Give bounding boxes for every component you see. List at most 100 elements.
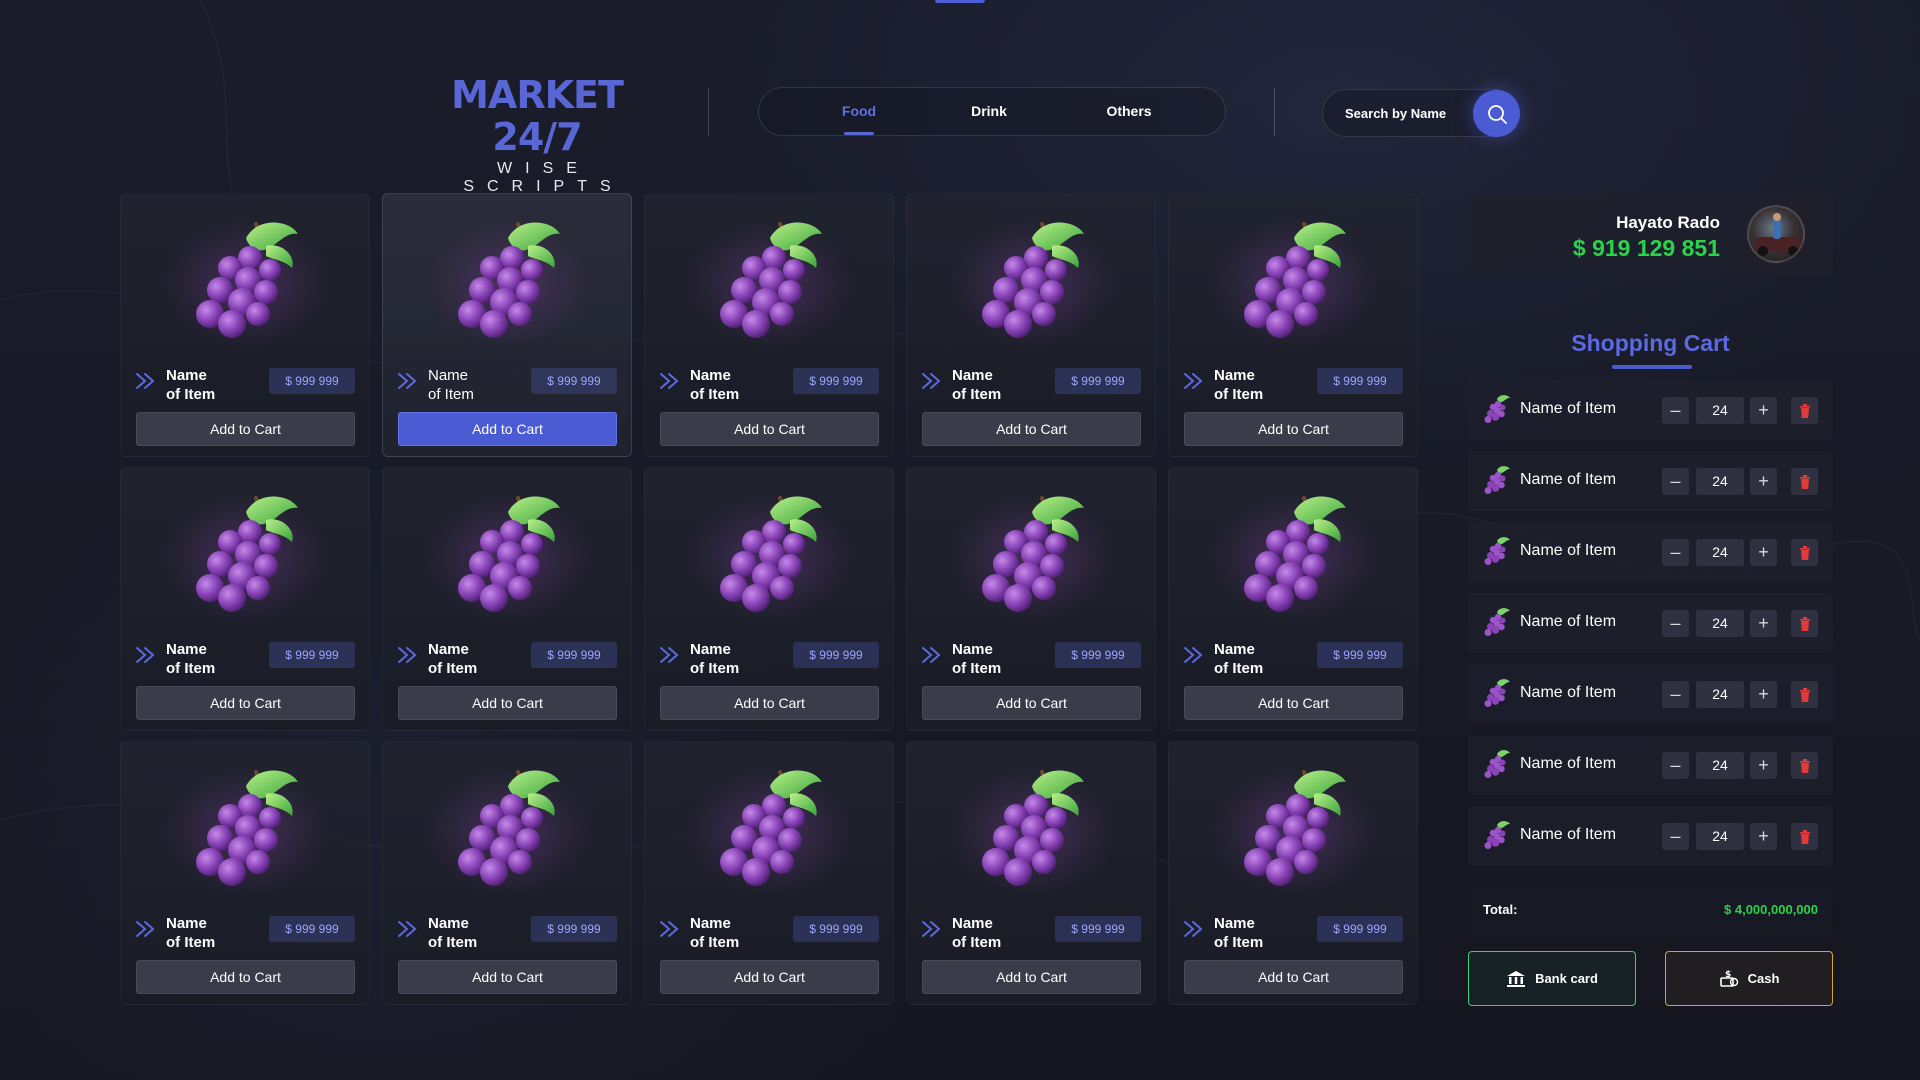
product-name-line2: of Item — [952, 660, 1002, 677]
total-label: Total: — [1483, 902, 1518, 917]
add-to-cart-button[interactable]: Add to Cart — [922, 686, 1141, 720]
product-card[interactable]: Name of Item $ 999 999 Add to Cart — [120, 741, 370, 1005]
add-to-cart-button[interactable]: Add to Cart — [1184, 686, 1403, 720]
search-button[interactable] — [1473, 90, 1520, 137]
cart-item-quantity[interactable]: 24 — [1696, 681, 1744, 708]
pay-cash-button[interactable]: $ Cash — [1665, 951, 1833, 1006]
user-panel: Hayato Rado $ 919 129 851 — [1468, 193, 1833, 275]
product-card[interactable]: Name of Item $ 999 999 Add to Cart — [120, 467, 370, 731]
product-price: $ 999 999 — [793, 368, 879, 394]
increase-quantity-button[interactable]: + — [1750, 610, 1777, 637]
double-chevron-icon — [659, 646, 681, 664]
add-to-cart-button[interactable]: Add to Cart — [1184, 960, 1403, 994]
cart-item-name: Name of Item — [1520, 613, 1617, 630]
product-card[interactable]: Name of Item $ 999 999 Add to Cart — [382, 741, 632, 1005]
product-card[interactable]: Name of Item $ 999 999 Add to Cart — [1168, 741, 1418, 1005]
cart-item-quantity[interactable]: 24 — [1696, 468, 1744, 495]
tab-drink[interactable]: Drink — [949, 88, 1029, 135]
product-name: Name of Item — [1214, 640, 1304, 678]
category-tabs: Food Drink Others — [758, 87, 1226, 136]
grapes-icon — [1482, 606, 1516, 640]
bank-card-label: Bank card — [1535, 971, 1598, 986]
add-to-cart-button[interactable]: Add to Cart — [398, 412, 617, 446]
increase-quantity-button[interactable]: + — [1750, 681, 1777, 708]
add-to-cart-button[interactable]: Add to Cart — [922, 412, 1141, 446]
double-chevron-icon — [921, 372, 943, 390]
cart-item-quantity[interactable]: 24 — [1696, 610, 1744, 637]
product-name-line2: of Item — [428, 386, 474, 403]
decrease-quantity-button[interactable]: – — [1662, 397, 1689, 424]
increase-quantity-button[interactable]: + — [1750, 397, 1777, 424]
product-card[interactable]: Name of Item $ 999 999 Add to Cart — [906, 467, 1156, 731]
decrease-quantity-button[interactable]: – — [1662, 539, 1689, 566]
remove-item-button[interactable] — [1791, 681, 1818, 708]
cart-item-name: Name of Item — [1520, 400, 1617, 417]
search-input[interactable] — [1345, 90, 1465, 136]
product-name: Name of Item — [690, 366, 780, 404]
cart-item: Name of Item – 24 + — [1468, 451, 1833, 511]
product-name-line2: of Item — [1214, 660, 1264, 677]
add-to-cart-button[interactable]: Add to Cart — [398, 960, 617, 994]
cart-item: Name of Item – 24 + — [1468, 593, 1833, 653]
add-to-cart-button[interactable]: Add to Cart — [1184, 412, 1403, 446]
product-card[interactable]: Name of Item $ 999 999 Add to Cart — [644, 467, 894, 731]
trash-icon — [1799, 687, 1810, 702]
add-to-cart-button[interactable]: Add to Cart — [660, 960, 879, 994]
decrease-quantity-button[interactable]: – — [1662, 823, 1689, 850]
product-name-line1: Name — [690, 641, 731, 658]
add-to-cart-button[interactable]: Add to Cart — [136, 960, 355, 994]
cash-label: Cash — [1747, 971, 1780, 986]
product-name-line2: of Item — [1214, 386, 1264, 403]
double-chevron-icon — [921, 646, 943, 664]
product-price: $ 999 999 — [269, 916, 355, 942]
increase-quantity-button[interactable]: + — [1750, 468, 1777, 495]
product-card[interactable]: Name of Item $ 999 999 Add to Cart — [382, 193, 632, 457]
cart-total: Total: $ 4,000,000,000 — [1468, 884, 1833, 936]
product-card[interactable]: Name of Item $ 999 999 Add to Cart — [906, 741, 1156, 1005]
user-balance: $ 919 129 851 — [1572, 235, 1720, 261]
add-to-cart-button[interactable]: Add to Cart — [922, 960, 1141, 994]
add-to-cart-button[interactable]: Add to Cart — [136, 412, 355, 446]
cart-item-quantity[interactable]: 24 — [1696, 539, 1744, 566]
tab-food[interactable]: Food — [819, 88, 899, 135]
decrease-quantity-button[interactable]: – — [1662, 681, 1689, 708]
cart-item-quantity[interactable]: 24 — [1696, 397, 1744, 424]
remove-item-button[interactable] — [1791, 539, 1818, 566]
product-card[interactable]: Name of Item $ 999 999 Add to Cart — [120, 193, 370, 457]
svg-text:$: $ — [1725, 970, 1731, 980]
double-chevron-icon — [659, 372, 681, 390]
decrease-quantity-button[interactable]: – — [1662, 752, 1689, 779]
decrease-quantity-button[interactable]: – — [1662, 468, 1689, 495]
product-card[interactable]: Name of Item $ 999 999 Add to Cart — [382, 467, 632, 731]
product-card[interactable]: Name of Item $ 999 999 Add to Cart — [1168, 193, 1418, 457]
add-to-cart-button[interactable]: Add to Cart — [660, 686, 879, 720]
double-chevron-icon — [135, 646, 157, 664]
product-name: Name of Item — [690, 640, 780, 678]
cart-item-quantity[interactable]: 24 — [1696, 823, 1744, 850]
increase-quantity-button[interactable]: + — [1750, 823, 1777, 850]
decrease-quantity-button[interactable]: – — [1662, 610, 1689, 637]
increase-quantity-button[interactable]: + — [1750, 752, 1777, 779]
cart-item-quantity[interactable]: 24 — [1696, 752, 1744, 779]
tab-others[interactable]: Others — [1089, 88, 1169, 135]
product-price: $ 999 999 — [269, 368, 355, 394]
product-card[interactable]: Name of Item $ 999 999 Add to Cart — [1168, 467, 1418, 731]
product-card[interactable]: Name of Item $ 999 999 Add to Cart — [644, 741, 894, 1005]
product-name-line1: Name — [690, 367, 731, 384]
product-name-line1: Name — [428, 641, 469, 658]
remove-item-button[interactable] — [1791, 397, 1818, 424]
pay-bank-card-button[interactable]: Bank card — [1468, 951, 1636, 1006]
remove-item-button[interactable] — [1791, 752, 1818, 779]
product-name: Name of Item — [952, 366, 1042, 404]
add-to-cart-button[interactable]: Add to Cart — [136, 686, 355, 720]
remove-item-button[interactable] — [1791, 468, 1818, 495]
remove-item-button[interactable] — [1791, 823, 1818, 850]
add-to-cart-button[interactable]: Add to Cart — [660, 412, 879, 446]
increase-quantity-button[interactable]: + — [1750, 539, 1777, 566]
product-card[interactable]: Name of Item $ 999 999 Add to Cart — [906, 193, 1156, 457]
product-card[interactable]: Name of Item $ 999 999 Add to Cart — [644, 193, 894, 457]
grapes-icon — [972, 216, 1092, 340]
product-name-line2: of Item — [952, 934, 1002, 951]
remove-item-button[interactable] — [1791, 610, 1818, 637]
add-to-cart-button[interactable]: Add to Cart — [398, 686, 617, 720]
